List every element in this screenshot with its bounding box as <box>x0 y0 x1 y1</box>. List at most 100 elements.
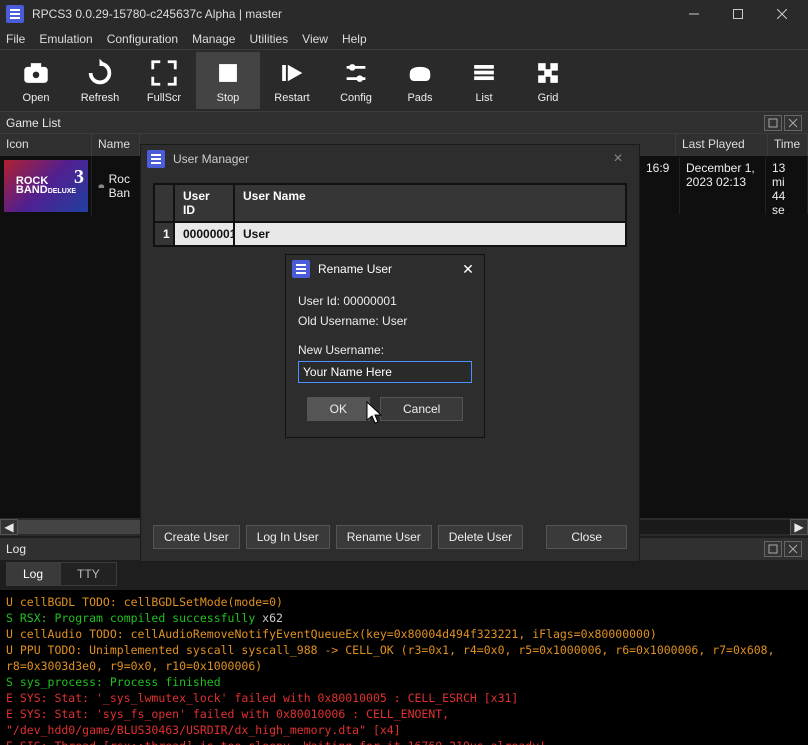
game-aspect: 16:9 <box>640 157 680 214</box>
log-line: S RSX: Program compiled successfully x62 <box>6 610 802 626</box>
grid-icon <box>533 58 563 88</box>
app-logo-icon <box>6 5 24 23</box>
game-name-cell: Roc Ban <box>92 156 136 216</box>
window-title: RPCS3 0.0.29-15780-c245637c Alpha | mast… <box>32 7 672 21</box>
tab-tty[interactable]: TTY <box>60 562 117 586</box>
minimize-button[interactable] <box>672 0 716 28</box>
user-name-header[interactable]: User Name <box>234 184 626 222</box>
menubar: File Emulation Configuration Manage Util… <box>0 28 808 50</box>
controller-icon <box>98 180 105 192</box>
maximize-button[interactable] <box>716 0 760 28</box>
toolbar-pads-label: Pads <box>407 92 432 104</box>
game-icon-cell: ROCKBANDDELUXE 3 <box>0 156 92 216</box>
fullscreen-icon <box>149 58 179 88</box>
login-user-button[interactable]: Log In User <box>246 525 330 549</box>
toolbar-fullscr-label: FullScr <box>147 92 181 104</box>
user-manager-title: User Manager <box>173 152 603 166</box>
log-title: Log <box>6 542 26 556</box>
col-name[interactable]: Name <box>92 134 140 156</box>
toolbar-stop-label: Stop <box>217 92 240 104</box>
rename-user-id: User Id: 00000001 <box>298 293 472 309</box>
rename-new-label: New Username: <box>298 343 472 357</box>
game-name: Roc <box>109 172 130 186</box>
close-user-manager-button[interactable]: Close <box>546 525 627 549</box>
user-manager-titlebar[interactable]: User Manager × <box>141 145 639 173</box>
log-line: U cellAudio TODO: cellAudioRemoveNotifyE… <box>6 626 802 642</box>
user-row[interactable]: 1 00000001 User <box>154 222 626 246</box>
log-float-button[interactable] <box>764 541 782 557</box>
col-icon[interactable]: Icon <box>0 134 92 156</box>
menu-manage[interactable]: Manage <box>192 32 235 46</box>
rename-user-button[interactable]: Rename User <box>336 525 432 549</box>
toolbar-restart[interactable]: Restart <box>260 52 324 109</box>
log-close-button[interactable] <box>784 541 802 557</box>
menu-file[interactable]: File <box>6 32 25 46</box>
game-last-played: December 1, 2023 02:13 <box>680 157 766 214</box>
gamelist-title: Game List <box>6 116 61 130</box>
game-name-2: Ban <box>109 186 130 200</box>
rename-old-username: Old Username: User <box>298 313 472 329</box>
log-line: E SYS: Stat: '_sys_lwmutex_lock' failed … <box>6 690 802 706</box>
toolbar-list-label: List <box>475 92 492 104</box>
user-index: 1 <box>154 222 174 246</box>
camera-icon <box>21 58 51 88</box>
rename-user-dialog: Rename User ✕ User Id: 00000001 Old User… <box>285 254 485 438</box>
cursor-icon <box>365 400 385 426</box>
game-cover-icon: ROCKBANDDELUXE 3 <box>4 160 88 212</box>
toolbar: Open Refresh FullScr Stop Restart Config… <box>0 50 808 112</box>
log-line: S sys_process: Process finished <box>6 674 802 690</box>
gamepad-icon <box>405 58 435 88</box>
list-icon <box>469 58 499 88</box>
menu-view[interactable]: View <box>302 32 328 46</box>
app-logo-icon <box>147 150 165 168</box>
game-time: 13 mi 44 se <box>766 157 808 214</box>
restart-icon <box>277 58 307 88</box>
toolbar-open-label: Open <box>23 92 50 104</box>
gamelist-panel-header: Game List <box>0 112 808 134</box>
log-tabs: Log TTY <box>6 562 117 586</box>
toolbar-config[interactable]: Config <box>324 52 388 109</box>
scroll-right-icon[interactable]: ▶ <box>790 519 808 535</box>
log-line: U PPU TODO: Unimplemented syscall syscal… <box>6 642 802 674</box>
col-time[interactable]: Time <box>768 134 808 156</box>
create-user-button[interactable]: Create User <box>153 525 240 549</box>
panel-close-button[interactable] <box>784 115 802 131</box>
toolbar-config-label: Config <box>340 92 372 104</box>
tab-log[interactable]: Log <box>6 562 60 586</box>
panel-float-button[interactable] <box>764 115 782 131</box>
toolbar-pads[interactable]: Pads <box>388 52 452 109</box>
menu-configuration[interactable]: Configuration <box>107 32 178 46</box>
menu-emulation[interactable]: Emulation <box>39 32 92 46</box>
menu-help[interactable]: Help <box>342 32 367 46</box>
delete-user-button[interactable]: Delete User <box>438 525 523 549</box>
menu-utilities[interactable]: Utilities <box>249 32 288 46</box>
new-username-input[interactable] <box>298 361 472 383</box>
user-index-header <box>154 184 174 222</box>
cancel-button[interactable]: Cancel <box>380 397 463 421</box>
toolbar-restart-label: Restart <box>274 92 309 104</box>
rename-close-icon[interactable]: ✕ <box>458 261 478 278</box>
game-row-right: 16:9 December 1, 2023 02:13 13 mi 44 se <box>640 157 808 215</box>
scroll-left-icon[interactable]: ◀ <box>0 519 18 535</box>
log-body[interactable]: U cellBGDL TODO: cellBGDLSetMode(mode=0)… <box>0 590 808 745</box>
refresh-icon <box>85 58 115 88</box>
stop-icon <box>213 58 243 88</box>
toolbar-open[interactable]: Open <box>4 52 68 109</box>
close-button[interactable] <box>760 0 804 28</box>
log-line: E SIG: Thread [rsx::thread] is too sleep… <box>6 738 802 745</box>
user-id-header[interactable]: User ID <box>174 184 234 222</box>
col-last-played[interactable]: Last Played <box>676 134 768 156</box>
toolbar-refresh[interactable]: Refresh <box>68 52 132 109</box>
log-line: E SYS: Stat: 'sys_fs_open' failed with 0… <box>6 706 802 738</box>
ok-button[interactable]: OK <box>307 397 370 421</box>
toolbar-grid-label: Grid <box>538 92 559 104</box>
game-row[interactable]: ROCKBANDDELUXE 3 Roc Ban <box>0 156 136 216</box>
user-manager-close-icon[interactable]: × <box>603 150 633 168</box>
rename-titlebar[interactable]: Rename User ✕ <box>286 255 484 283</box>
user-id: 00000001 <box>174 222 234 246</box>
titlebar: RPCS3 0.0.29-15780-c245637c Alpha | mast… <box>0 0 808 28</box>
toolbar-stop[interactable]: Stop <box>196 52 260 109</box>
toolbar-fullscr[interactable]: FullScr <box>132 52 196 109</box>
toolbar-grid[interactable]: Grid <box>516 52 580 109</box>
toolbar-list[interactable]: List <box>452 52 516 109</box>
